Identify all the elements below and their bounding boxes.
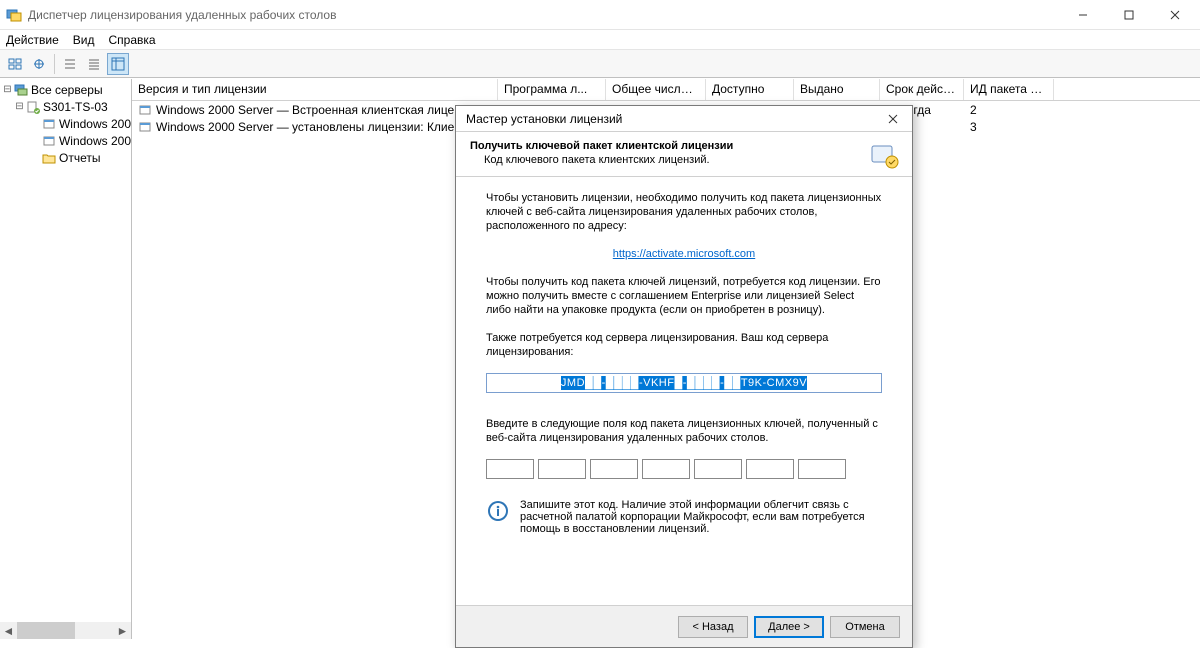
minimize-button[interactable] <box>1060 0 1106 30</box>
app-icon <box>6 7 22 23</box>
col-packid[interactable]: ИД пакета кл... <box>964 79 1054 100</box>
tree-root-label: Все серверы <box>31 83 103 97</box>
activate-link[interactable]: https://activate.microsoft.com <box>486 247 882 261</box>
title-bar: Диспетчер лицензирования удаленных рабоч… <box>0 0 1200 30</box>
key-input-2[interactable] <box>538 459 586 479</box>
key-input-5[interactable] <box>694 459 742 479</box>
toolbar-btn-details[interactable] <box>107 53 129 75</box>
scroll-right-icon[interactable]: ► <box>114 622 131 639</box>
tree-reports-label: Отчеты <box>59 151 100 165</box>
dialog-title: Мастер установки лицензий <box>466 112 622 126</box>
dialog-header: Получить ключевой пакет клиентской лицен… <box>456 132 912 177</box>
toolbar-btn-3[interactable] <box>59 53 81 75</box>
dialog-close-button[interactable] <box>878 109 908 129</box>
info-block: Запишите этот код. Наличие этой информац… <box>486 499 882 535</box>
toolbar-btn-2[interactable] <box>28 53 50 75</box>
license-pack-icon <box>41 117 57 131</box>
info-icon <box>486 499 510 523</box>
toolbar-btn-1[interactable] <box>4 53 26 75</box>
servers-icon <box>13 83 29 97</box>
dialog-p1: Чтобы установить лицензии, необходимо по… <box>486 191 882 233</box>
server-activated-icon <box>25 100 41 114</box>
menu-view[interactable]: Вид <box>73 33 95 47</box>
toolbar-btn-4[interactable] <box>83 53 105 75</box>
cell-pack: 2 <box>964 103 1054 117</box>
menu-bar: Действие Вид Справка <box>0 30 1200 50</box>
toolbar-separator <box>54 54 55 74</box>
tree-reports[interactable]: Отчеты <box>0 149 131 166</box>
tree-root[interactable]: ⊟ Все серверы <box>0 81 131 98</box>
col-program[interactable]: Программа л... <box>498 79 606 100</box>
expand-icon[interactable]: ⊟ <box>14 101 25 112</box>
col-available[interactable]: Доступно <box>706 79 794 100</box>
server-license-code: JMD██-████-VKHF█-████-██T9K-CMX9V <box>561 376 807 390</box>
key-input-7[interactable] <box>798 459 846 479</box>
cancel-button[interactable]: Отмена <box>830 616 900 638</box>
key-input-row <box>486 459 882 479</box>
dialog-body: Чтобы установить лицензии, необходимо по… <box>456 177 912 605</box>
dialog-p3: Также потребуется код сервера лицензиров… <box>486 331 882 359</box>
tree-hscrollbar[interactable]: ◄ ► <box>0 622 131 639</box>
expand-icon[interactable]: ⊟ <box>2 84 13 95</box>
reports-folder-icon <box>41 151 57 165</box>
menu-help[interactable]: Справка <box>108 33 155 47</box>
maximize-button[interactable] <box>1106 0 1152 30</box>
cell-name: Windows 2000 Server — установлены лиценз… <box>156 120 498 134</box>
tree-server[interactable]: ⊟ S301-TS-03 <box>0 98 131 115</box>
tree-node-2[interactable]: Windows 200 <box>0 132 131 149</box>
next-button[interactable]: Далее > <box>754 616 824 638</box>
tree-server-label: S301-TS-03 <box>43 100 108 114</box>
col-total[interactable]: Общее число ... <box>606 79 706 100</box>
key-input-1[interactable] <box>486 459 534 479</box>
cell-pack: 3 <box>964 120 1054 134</box>
key-input-6[interactable] <box>746 459 794 479</box>
window-title: Диспетчер лицензирования удаленных рабоч… <box>28 8 336 22</box>
dialog-p4: Введите в следующие поля код пакета лице… <box>486 417 882 445</box>
column-headers: Версия и тип лицензии Программа л... Общ… <box>132 79 1200 101</box>
tree-pane: ⊟ Все серверы ⊟ S301-TS-03 Windows 200 W… <box>0 79 132 639</box>
license-icon <box>138 119 152 135</box>
cell-name: Windows 2000 Server — Встроенная клиентс… <box>156 103 498 117</box>
dialog-heading: Получить ключевой пакет клиентской лицен… <box>470 140 898 152</box>
tree-node-2-label: Windows 200 <box>59 134 131 148</box>
dialog-titlebar: Мастер установки лицензий <box>456 106 912 132</box>
col-issued[interactable]: Выдано <box>794 79 880 100</box>
col-version[interactable]: Версия и тип лицензии <box>132 79 498 100</box>
wizard-dialog: Мастер установки лицензий Получить ключе… <box>455 105 913 648</box>
license-key-icon <box>868 140 900 172</box>
server-license-code-field[interactable]: JMD██-████-VKHF█-████-██T9K-CMX9V <box>486 373 882 393</box>
tree-node-1[interactable]: Windows 200 <box>0 115 131 132</box>
scroll-thumb[interactable] <box>17 622 75 639</box>
key-input-4[interactable] <box>642 459 690 479</box>
scroll-left-icon[interactable]: ◄ <box>0 622 17 639</box>
col-expiry[interactable]: Срок действия <box>880 79 964 100</box>
close-button[interactable] <box>1152 0 1198 30</box>
info-text: Запишите этот код. Наличие этой информац… <box>520 499 882 535</box>
back-button[interactable]: < Назад <box>678 616 748 638</box>
license-icon <box>138 102 152 118</box>
key-input-3[interactable] <box>590 459 638 479</box>
menu-action[interactable]: Действие <box>6 33 59 47</box>
dialog-subheading: Код ключевого пакета клиентских лицензий… <box>484 154 898 166</box>
tree-node-1-label: Windows 200 <box>59 117 131 131</box>
dialog-footer: < Назад Далее > Отмена <box>456 605 912 647</box>
scroll-track[interactable] <box>17 622 114 639</box>
tool-bar <box>0 50 1200 78</box>
dialog-p2: Чтобы получить код пакета ключей лицензи… <box>486 275 882 317</box>
license-pack-icon <box>41 134 57 148</box>
